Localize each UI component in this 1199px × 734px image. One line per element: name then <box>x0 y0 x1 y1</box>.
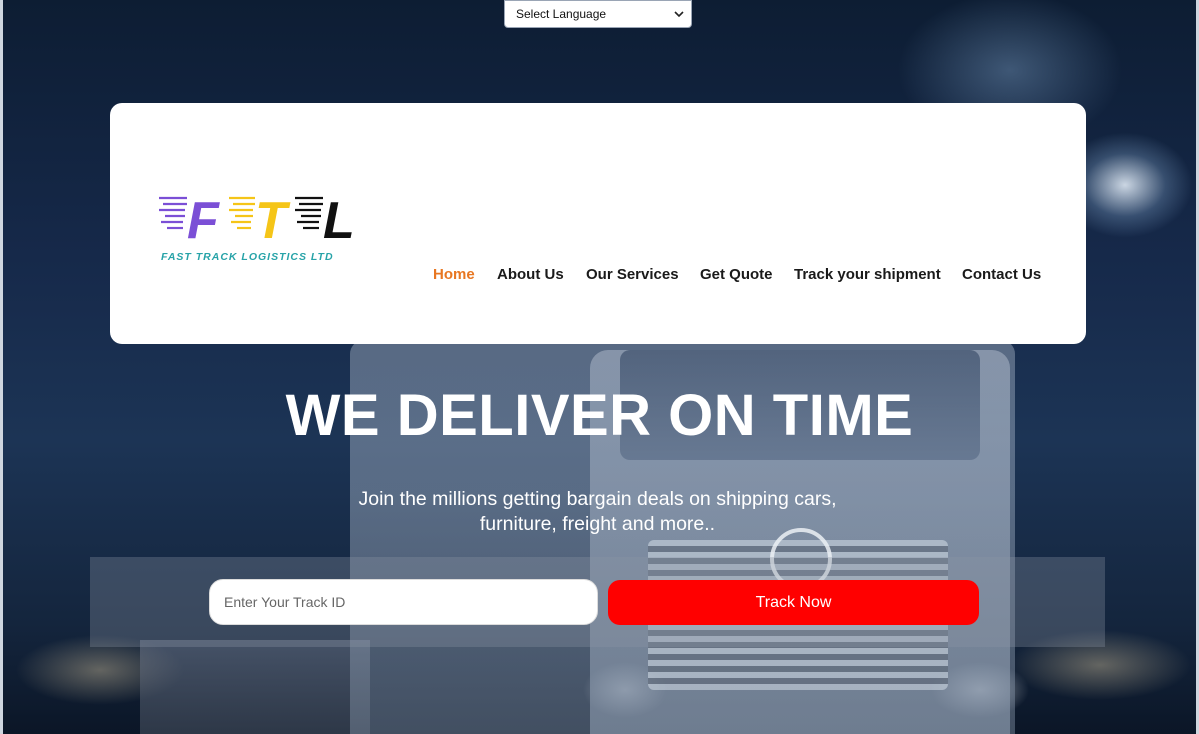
logo-tagline: FAST TRACK LOGISTICS LTD <box>161 251 334 263</box>
speed-lines-icon <box>159 196 323 230</box>
track-now-button[interactable]: Track Now <box>608 580 979 625</box>
track-id-input[interactable] <box>209 579 598 625</box>
highway-image <box>140 640 370 734</box>
language-select-value: Select Language <box>516 7 607 21</box>
hero-subtitle: Join the millions getting bargain deals … <box>300 487 895 537</box>
logo-letter-f: F <box>187 192 220 250</box>
hero-subtitle-line-1: Join the millions getting bargain deals … <box>358 488 837 510</box>
nav-item-track-shipment[interactable]: Track your shipment <box>794 266 941 283</box>
main-nav: Home About Us Our Services Get Quote Tra… <box>0 266 1199 286</box>
language-select[interactable]: Select Language <box>504 0 692 28</box>
hero-subtitle-line-2: furniture, freight and more.. <box>479 513 716 535</box>
hero-title: WE DELIVER ON TIME <box>285 383 914 448</box>
nav-item-contact-us[interactable]: Contact Us <box>962 266 1041 283</box>
nav-item-home[interactable]: Home <box>433 266 475 283</box>
nav-item-get-quote[interactable]: Get Quote <box>700 266 773 283</box>
nav-item-about-us[interactable]: About Us <box>497 266 564 283</box>
logo-letter-t: T <box>255 192 291 250</box>
nav-item-our-services[interactable]: Our Services <box>586 266 679 283</box>
frame-border-left <box>0 0 3 734</box>
logo-letter-l: L <box>323 192 355 250</box>
chevron-down-icon <box>674 11 684 18</box>
